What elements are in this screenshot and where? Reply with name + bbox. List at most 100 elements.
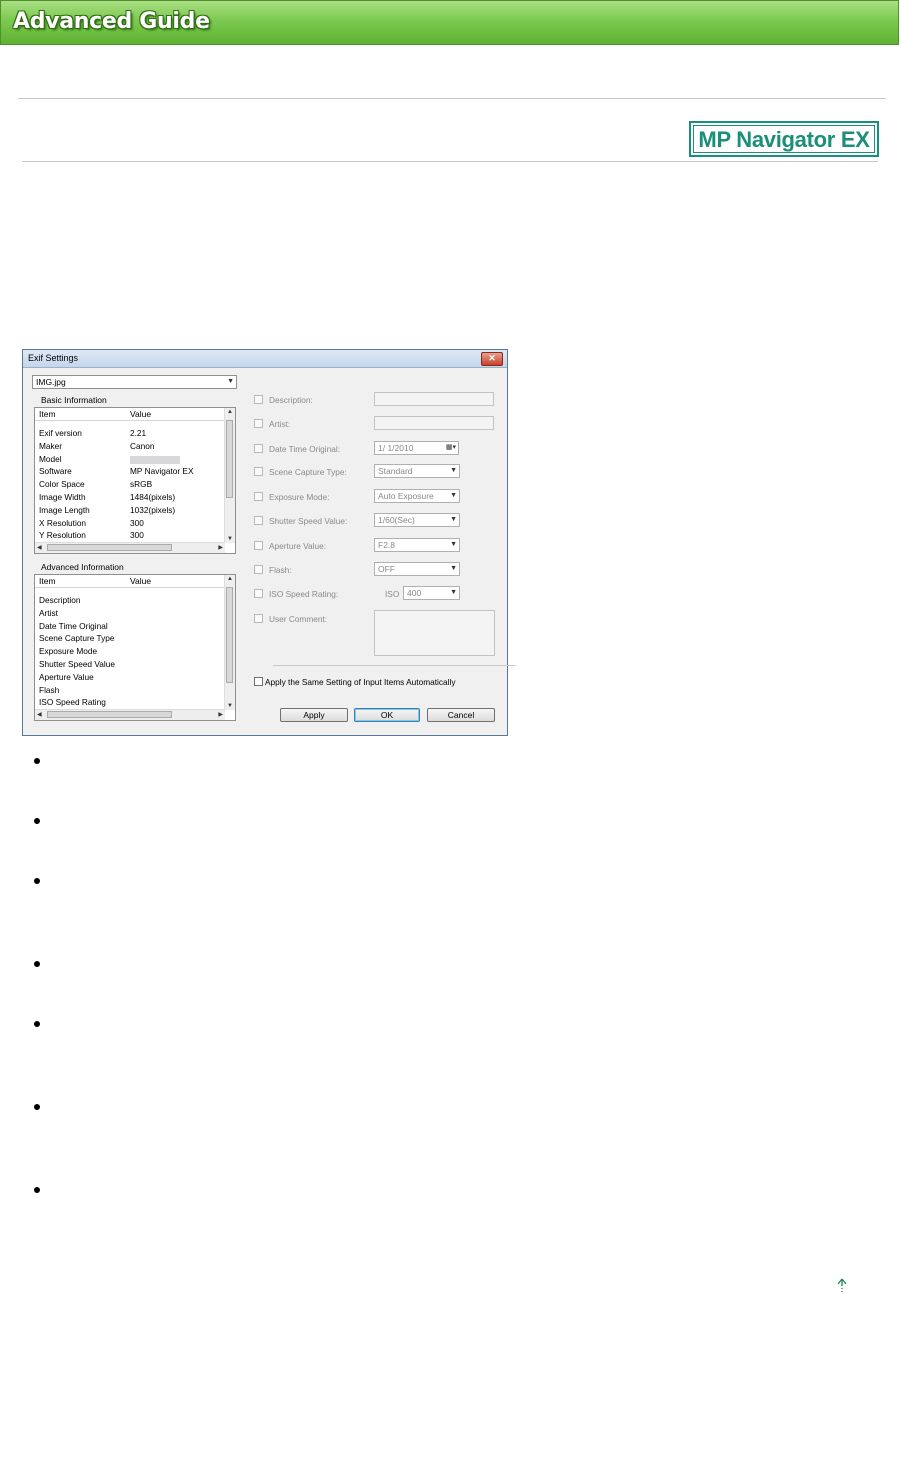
description-checkbox[interactable] xyxy=(254,395,263,404)
iso-label: ISO Speed Rating: xyxy=(269,589,339,599)
table-row[interactable]: Color Space sRGB xyxy=(39,479,152,489)
date-time-checkbox[interactable] xyxy=(254,444,263,453)
table-row[interactable]: ISO Speed Rating xyxy=(39,697,106,707)
ok-button[interactable]: OK xyxy=(354,708,420,722)
file-select[interactable]: IMG.jpg ▼ xyxy=(32,375,237,389)
shutter-speed-select[interactable]: 1/60(Sec) ▼ xyxy=(374,513,460,527)
horizontal-scrollbar[interactable]: ◀ ▶ xyxy=(35,542,225,553)
artist-field[interactable] xyxy=(374,416,494,430)
table-row[interactable]: Model xyxy=(39,454,180,464)
date-time-picker[interactable]: 1/ 1/2010 ▦▾ xyxy=(374,441,459,455)
apply-button[interactable]: Apply xyxy=(280,708,348,722)
iso-prefix: ISO xyxy=(385,589,400,599)
basic-info-list[interactable]: Item Value Exif version 2.21 Maker Canon M… xyxy=(34,407,236,554)
table-row[interactable]: Exif version 2.21 xyxy=(39,428,146,438)
apply-same-checkbox[interactable] xyxy=(254,677,263,686)
horizontal-scrollbar[interactable]: ◀ ▶ xyxy=(35,709,225,720)
calendar-icon: ▦▾ xyxy=(445,444,456,451)
chevron-down-icon: ▼ xyxy=(450,589,457,596)
table-row[interactable]: Software MP Navigator EX xyxy=(39,466,193,476)
dialog-title: Exif Settings xyxy=(28,353,79,363)
chevron-down-icon: ▼ xyxy=(450,467,457,474)
table-row[interactable]: Image Length 1032(pixels) xyxy=(39,505,175,515)
file-select-value: IMG.jpg xyxy=(36,377,66,387)
col-value: Value xyxy=(130,409,152,419)
scene-capture-label: Scene Capture Type: xyxy=(269,467,347,477)
user-comment-field[interactable] xyxy=(374,610,495,656)
close-icon[interactable]: ✕ xyxy=(481,352,503,366)
vertical-scrollbar[interactable]: ▲ ▼ xyxy=(224,408,235,543)
chevron-down-icon: ▼ xyxy=(227,378,234,385)
artist-label: Artist: xyxy=(269,419,291,429)
date-time-label: Date Time Original: xyxy=(269,444,341,454)
table-row[interactable]: Y Resolution 300 xyxy=(39,530,144,540)
exposure-mode-value: Auto Exposure xyxy=(378,491,434,501)
bullet xyxy=(34,878,40,884)
scroll-right-icon[interactable]: ▶ xyxy=(218,711,223,718)
scroll-down-icon[interactable]: ▼ xyxy=(227,536,233,542)
user-comment-label: User Comment: xyxy=(269,614,328,624)
flash-select[interactable]: OFF ▼ xyxy=(374,562,460,576)
advanced-info-label: Advanced Information xyxy=(41,562,124,572)
shutter-speed-value: 1/60(Sec) xyxy=(378,515,415,525)
col-item: Item xyxy=(39,409,56,419)
list-header: Item Value xyxy=(35,408,225,421)
table-row[interactable]: Artist xyxy=(39,608,58,618)
exposure-mode-select[interactable]: Auto Exposure ▼ xyxy=(374,489,460,503)
exposure-mode-checkbox[interactable] xyxy=(254,492,263,501)
iso-checkbox[interactable] xyxy=(254,589,263,598)
scroll-thumb[interactable] xyxy=(226,587,233,683)
table-row[interactable]: Description xyxy=(39,595,81,605)
table-row[interactable]: Scene Capture Type xyxy=(39,633,115,643)
table-row[interactable]: Shutter Speed Value xyxy=(39,659,115,669)
table-row[interactable]: Image Width 1484(pixels) xyxy=(39,492,175,502)
aperture-value: F2.8 xyxy=(378,540,396,550)
shutter-speed-label: Shutter Speed Value: xyxy=(269,516,348,526)
table-row[interactable]: X Resolution 300 xyxy=(39,518,144,528)
table-row[interactable]: Exposure Mode xyxy=(39,646,97,656)
bullet xyxy=(34,1021,40,1027)
col-item: Item xyxy=(39,576,56,586)
vertical-scrollbar[interactable]: ▲ ▼ xyxy=(224,575,235,710)
table-row[interactable]: Flash xyxy=(39,685,59,695)
col-value: Value xyxy=(130,576,152,586)
bullet xyxy=(34,818,40,824)
user-comment-checkbox[interactable] xyxy=(254,614,263,623)
dialog-titlebar: Exif Settings ✕ xyxy=(23,350,507,368)
scene-capture-select[interactable]: Standard ▼ xyxy=(374,464,460,478)
scroll-left-icon[interactable]: ◀ xyxy=(37,711,42,718)
description-field[interactable] xyxy=(374,392,494,406)
basic-info-label: Basic Information xyxy=(41,395,107,405)
scroll-left-icon[interactable]: ◀ xyxy=(37,544,42,551)
aperture-select[interactable]: F2.8 ▼ xyxy=(374,538,460,552)
bullet xyxy=(34,961,40,967)
flash-value: OFF xyxy=(378,564,395,574)
apply-same-label: Apply the Same Setting of Input Items Au… xyxy=(265,677,456,687)
bullet xyxy=(34,1104,40,1110)
divider xyxy=(22,161,878,162)
artist-checkbox[interactable] xyxy=(254,419,263,428)
scroll-up-icon[interactable]: ▲ xyxy=(227,409,233,415)
divider xyxy=(18,98,886,99)
scroll-up-icon[interactable]: ▲ xyxy=(227,576,233,582)
chevron-down-icon: ▼ xyxy=(450,492,457,499)
scroll-thumb[interactable] xyxy=(47,544,172,551)
scroll-right-icon[interactable]: ▶ xyxy=(218,544,223,551)
scroll-thumb[interactable] xyxy=(226,420,233,498)
advanced-info-list[interactable]: Item Value Description Artist Date Time … xyxy=(34,574,236,721)
product-badge-label: MP Navigator EX xyxy=(693,125,875,153)
table-row[interactable]: Date Time Original xyxy=(39,621,108,631)
iso-select[interactable]: 400 ▼ xyxy=(403,586,460,600)
flash-checkbox[interactable] xyxy=(254,565,263,574)
aperture-checkbox[interactable] xyxy=(254,541,263,550)
shutter-speed-checkbox[interactable] xyxy=(254,516,263,525)
table-row[interactable]: Aperture Value xyxy=(39,672,94,682)
chevron-down-icon: ▼ xyxy=(450,565,457,572)
cancel-button[interactable]: Cancel xyxy=(427,708,495,722)
table-row[interactable]: Maker Canon xyxy=(39,441,154,451)
back-to-top-icon[interactable] xyxy=(836,1278,848,1294)
scene-capture-checkbox[interactable] xyxy=(254,467,263,476)
scroll-thumb[interactable] xyxy=(47,711,172,718)
aperture-label: Aperture Value: xyxy=(269,541,327,551)
scroll-down-icon[interactable]: ▼ xyxy=(227,703,233,709)
